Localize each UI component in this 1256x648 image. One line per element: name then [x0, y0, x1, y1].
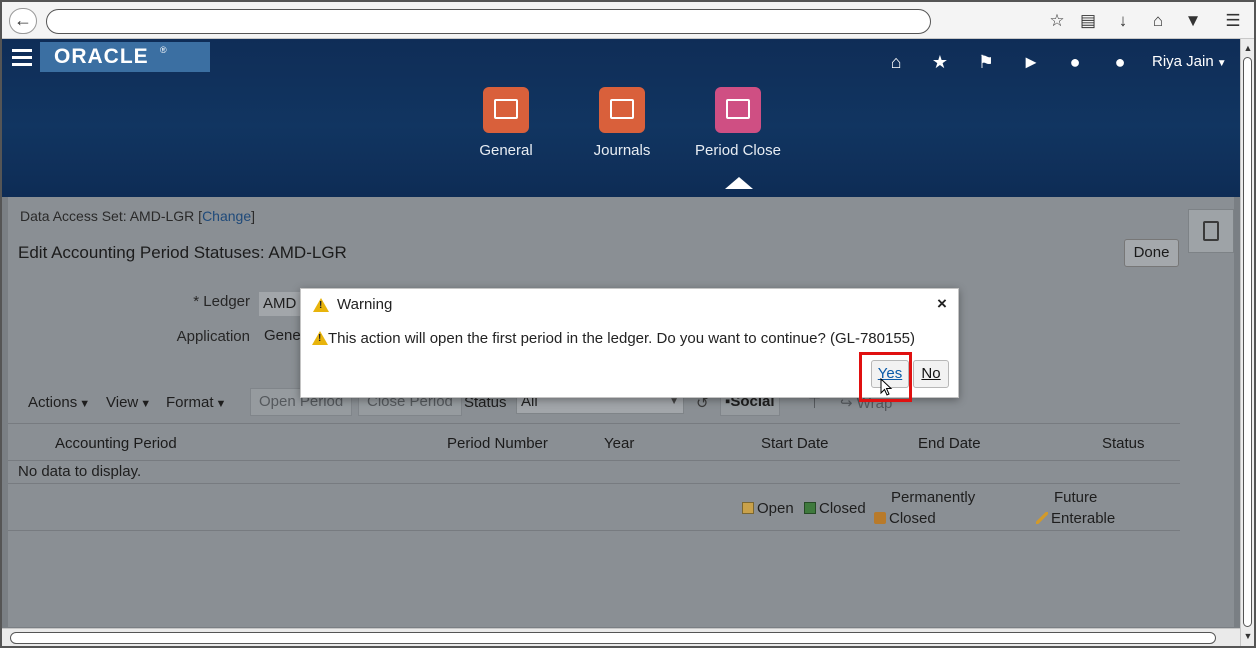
- pocket-icon[interactable]: ▼: [1181, 9, 1205, 33]
- vertical-scroll-thumb[interactable]: [1243, 57, 1252, 627]
- no-button[interactable]: No: [913, 360, 949, 388]
- panel-drawer-tab[interactable]: [1188, 209, 1234, 253]
- ledger-value[interactable]: AMD: [259, 292, 301, 316]
- accessibility-icon[interactable]: ●: [1064, 51, 1086, 73]
- col-year[interactable]: Year: [604, 435, 634, 452]
- navigator-menu-icon[interactable]: [12, 49, 32, 67]
- flag-icon[interactable]: ⚑: [975, 51, 997, 73]
- scroll-down-arrow-icon[interactable]: ▼: [1242, 629, 1254, 643]
- application-label: Application: [176, 328, 250, 345]
- app-header: ORACLE ® ⌂ ★ ⚑ ► ● ● Riya Jain ▼ General …: [2, 39, 1240, 197]
- star-icon[interactable]: ☆: [1045, 9, 1069, 33]
- journals-icon: [599, 87, 645, 133]
- back-arrow-icon[interactable]: ←: [9, 8, 37, 34]
- menu-icon[interactable]: ☰: [1221, 9, 1245, 33]
- user-menu[interactable]: Riya Jain ▼: [1152, 53, 1227, 70]
- pencil-icon: [1036, 512, 1048, 524]
- general-accounting-icon: [483, 87, 529, 133]
- vertical-scrollbar[interactable]: ▲ ▼: [1240, 39, 1254, 646]
- change-link[interactable]: Change: [202, 208, 251, 224]
- das-prefix: Data Access Set: AMD-LGR [: [20, 208, 203, 224]
- user-name: Riya Jain: [1152, 53, 1214, 70]
- oracle-logo: ORACLE ®: [40, 42, 210, 72]
- col-start-date[interactable]: Start Date: [761, 435, 829, 452]
- download-icon[interactable]: ↓: [1111, 9, 1135, 33]
- address-bar[interactable]: [46, 9, 931, 34]
- lock-icon: [874, 512, 886, 524]
- notifications-icon[interactable]: ►: [1020, 51, 1042, 73]
- open-status-icon: [742, 502, 754, 514]
- mouse-cursor-icon: [880, 378, 893, 396]
- favorites-star-icon[interactable]: ★: [929, 51, 951, 73]
- divider: [8, 483, 1180, 484]
- browser-toolbar: ← ☆ ▤ ↓ ⌂ ▼ ☰: [2, 2, 1254, 39]
- registered-mark: ®: [160, 45, 167, 55]
- col-status[interactable]: Status: [1102, 435, 1145, 452]
- scroll-up-arrow-icon[interactable]: ▲: [1242, 41, 1254, 55]
- das-suffix: ]: [251, 208, 255, 224]
- horizontal-scrollbar[interactable]: [2, 628, 1240, 646]
- tile-label: Journals: [593, 142, 651, 159]
- col-accounting-period[interactable]: Accounting Period: [55, 435, 177, 452]
- oracle-logo-text: ORACLE: [54, 45, 149, 68]
- page-title: Edit Accounting Period Statuses: AMD-LGR: [18, 243, 347, 262]
- table-header: Accounting Period Period Number Year Sta…: [8, 423, 1180, 461]
- data-access-set: Data Access Set: AMD-LGR [Change]: [20, 208, 255, 224]
- legend-open: Open: [742, 498, 794, 519]
- screen: ← ☆ ▤ ↓ ⌂ ▼ ☰ ORACLE ® ⌂ ★ ⚑ ► ● ● Riya …: [0, 0, 1256, 648]
- warning-icon: [312, 331, 328, 345]
- actions-menu[interactable]: Actions ▼: [28, 394, 90, 411]
- period-close-icon: [715, 87, 761, 133]
- legend-closed: Closed: [804, 498, 866, 519]
- help-icon[interactable]: ●: [1109, 51, 1131, 73]
- legend-permanently-closed: Permanently Closed: [874, 487, 984, 529]
- home-icon[interactable]: ⌂: [1146, 9, 1170, 33]
- closed-status-icon: [804, 502, 816, 514]
- divider: [8, 530, 1180, 531]
- legend-future-enterable: Future Enterable: [1036, 487, 1136, 529]
- col-period-number[interactable]: Period Number: [447, 435, 548, 452]
- tile-journals[interactable]: Journals: [562, 87, 682, 159]
- dialog-title: Warning: [337, 296, 393, 313]
- view-menu[interactable]: View ▼: [106, 394, 151, 411]
- close-icon[interactable]: ×: [933, 294, 951, 314]
- document-icon: [1203, 221, 1219, 241]
- chevron-down-icon: ▼: [1216, 58, 1227, 69]
- col-end-date[interactable]: End Date: [918, 435, 981, 452]
- application-value: Gene: [264, 327, 301, 344]
- selected-tile-pointer: [725, 177, 753, 189]
- tile-general-accounting[interactable]: General: [446, 87, 566, 159]
- dialog-message: This action will open the first period i…: [328, 330, 916, 347]
- reading-list-icon[interactable]: ▤: [1076, 9, 1100, 33]
- horizontal-scroll-thumb[interactable]: [10, 632, 1216, 644]
- tile-label: Period Close: [695, 142, 781, 159]
- home-icon[interactable]: ⌂: [885, 51, 907, 73]
- empty-table-message: No data to display.: [18, 463, 142, 480]
- tile-period-close[interactable]: Period Close: [678, 87, 798, 159]
- tile-label: General: [479, 142, 533, 159]
- format-menu[interactable]: Format ▼: [166, 394, 226, 411]
- warning-icon: [313, 298, 329, 312]
- done-button[interactable]: Done: [1124, 239, 1179, 267]
- ledger-label: * Ledger: [193, 293, 250, 310]
